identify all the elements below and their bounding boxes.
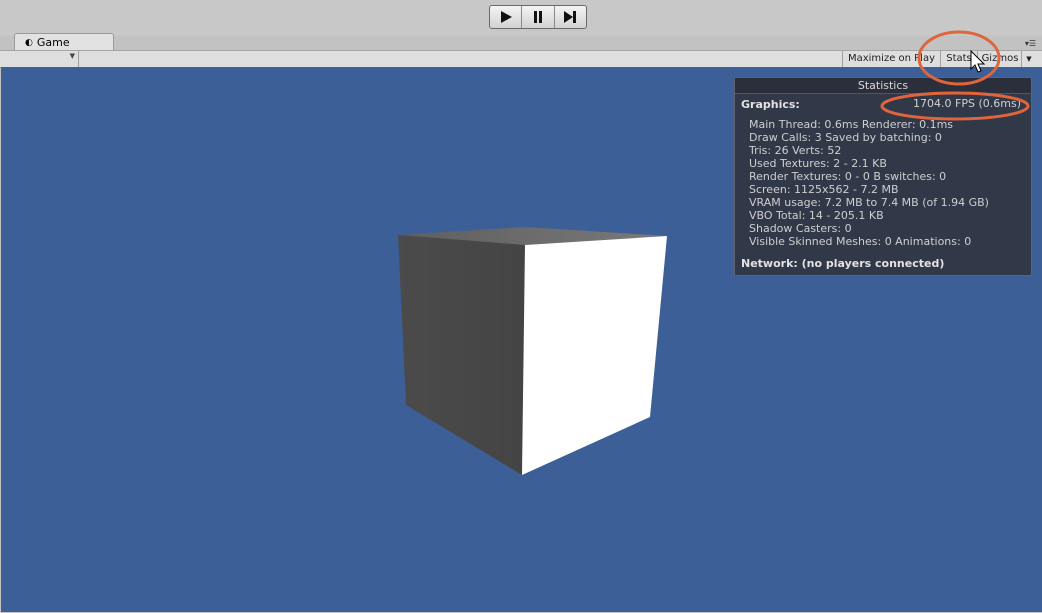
stat-line: Shadow Casters: 0 bbox=[749, 222, 852, 235]
stat-line: Main Thread: 0.6ms Renderer: 0.1ms bbox=[749, 118, 954, 131]
tab-label: Game bbox=[36, 36, 70, 49]
statistics-title: Statistics bbox=[735, 78, 1031, 94]
step-icon bbox=[564, 11, 577, 23]
aspect-dropdown[interactable]: ▼ bbox=[2, 51, 79, 67]
tab-menu-icon[interactable]: ▾☰ bbox=[1025, 39, 1036, 48]
pause-button[interactable] bbox=[522, 6, 555, 28]
stat-line: Screen: 1125x562 - 7.2 MB bbox=[749, 183, 899, 196]
fps-readout: 1704.0 FPS (0.6ms) bbox=[913, 97, 1021, 110]
cube-left-face bbox=[398, 235, 525, 475]
play-controls bbox=[489, 5, 587, 29]
stat-line: Draw Calls: 3 Saved by batching: 0 bbox=[749, 131, 942, 144]
stat-line: VRAM usage: 7.2 MB to 7.4 MB (of 1.94 GB… bbox=[749, 196, 989, 209]
graphics-label: Graphics: bbox=[741, 98, 800, 111]
play-button[interactable] bbox=[490, 6, 523, 28]
gizmos-dropdown-icon[interactable]: ▼ bbox=[1021, 51, 1036, 67]
mouse-cursor-icon bbox=[970, 50, 986, 73]
statistics-panel: Statistics Graphics: 1704.0 FPS (0.6ms) … bbox=[734, 77, 1032, 276]
chevron-down-icon: ▼ bbox=[69, 52, 75, 60]
game-controller-icon: ◐ bbox=[25, 37, 33, 48]
network-status: Network: (no players connected) bbox=[741, 257, 945, 270]
tab-game[interactable]: ◐ Game bbox=[14, 33, 114, 51]
cube-right-face bbox=[522, 236, 667, 475]
step-button[interactable] bbox=[555, 6, 586, 28]
play-icon bbox=[500, 11, 512, 23]
stat-line: Visible Skinned Meshes: 0 Animations: 0 bbox=[749, 235, 972, 248]
stats-lines: Main Thread: 0.6ms Renderer: 0.1ms Draw … bbox=[749, 118, 989, 248]
top-bar bbox=[0, 0, 1042, 36]
stat-line: VBO Total: 14 - 205.1 KB bbox=[749, 209, 884, 222]
stat-line: Render Textures: 0 - 0 B switches: 0 bbox=[749, 170, 947, 183]
stat-line: Used Textures: 2 - 2.1 KB bbox=[749, 157, 887, 170]
maximize-on-play-button[interactable]: Maximize on Play bbox=[842, 51, 940, 67]
pause-icon bbox=[533, 11, 542, 23]
stat-line: Tris: 26 Verts: 52 bbox=[749, 144, 842, 157]
game-toolbar: ▼ Maximize on Play Stats Gizmos ▼ bbox=[0, 50, 1042, 68]
